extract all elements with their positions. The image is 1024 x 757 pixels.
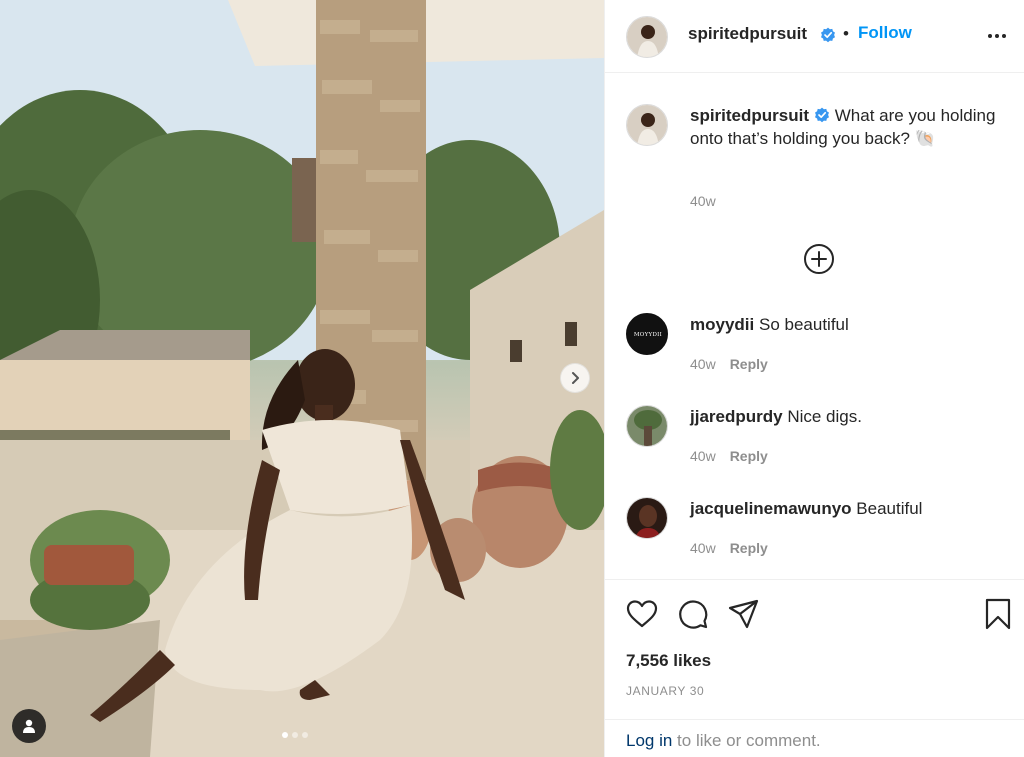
bookmark-icon[interactable] <box>981 597 1015 631</box>
comments-section: spiritedpursuit What are you holding ont… <box>605 73 1024 579</box>
carousel-indicator <box>282 732 308 738</box>
likes-count[interactable]: 7,556 likes <box>626 651 711 671</box>
comment-text-container: moyydii So beautiful <box>690 313 1010 336</box>
avatar-logo-text: MOYYDII <box>633 332 663 338</box>
comment-meta: 40w Reply <box>690 356 768 372</box>
avatar-photo <box>627 17 667 57</box>
login-prompt-rest: to like or comment. <box>672 731 821 750</box>
comment-meta: 40w Reply <box>690 540 768 556</box>
author-avatar[interactable] <box>626 16 668 58</box>
carousel-next-button[interactable] <box>560 363 590 393</box>
photo-scene <box>0 0 604 757</box>
carousel-dot <box>282 732 288 738</box>
user-tag-icon <box>23 719 35 733</box>
author-username[interactable]: spiritedpursuit <box>688 24 807 44</box>
verified-badge-icon <box>815 107 830 123</box>
user-tags-button[interactable] <box>12 709 46 743</box>
commenter-username[interactable]: jjaredpurdy <box>690 407 783 426</box>
comment-meta: 40w Reply <box>690 448 768 464</box>
comment-text: Beautiful <box>856 499 923 518</box>
post-side-panel: spiritedpursuit • Follow spiritedpursuit… <box>604 0 1024 757</box>
avatar-photo <box>627 105 667 145</box>
comment-age[interactable]: 40w <box>690 448 716 464</box>
commenter-avatar[interactable] <box>626 405 668 447</box>
reply-button[interactable]: Reply <box>730 540 768 556</box>
carousel-dot <box>302 732 308 738</box>
login-link[interactable]: Log in <box>626 731 672 750</box>
caption-meta: 40w <box>690 193 716 209</box>
header-separator: • <box>843 24 849 43</box>
commenter-username[interactable]: jacquelinemawunyo <box>690 499 852 518</box>
comment-age[interactable]: 40w <box>690 540 716 556</box>
post-header: spiritedpursuit • Follow <box>605 0 1024 73</box>
follow-button[interactable]: Follow <box>858 23 912 43</box>
post-actions: 7,556 likes JANUARY 30 <box>605 579 1024 719</box>
comment-text-container: jjaredpurdy Nice digs. <box>690 405 1010 428</box>
login-prompt-text: Log in to like or comment. <box>626 731 821 751</box>
comment-bubble-icon[interactable] <box>676 597 710 631</box>
comment-age[interactable]: 40w <box>690 356 716 372</box>
commenter-avatar[interactable]: MOYYDII <box>626 313 668 355</box>
reply-button[interactable]: Reply <box>730 356 768 372</box>
comment-text: Nice digs. <box>787 407 862 426</box>
post-photo[interactable] <box>0 0 604 757</box>
chevron-right-icon <box>572 372 579 384</box>
commenter-username[interactable]: moyydii <box>690 315 754 334</box>
caption-author-avatar[interactable] <box>626 104 668 146</box>
caption-text-container: spiritedpursuit What are you holding ont… <box>690 104 1010 150</box>
login-prompt: Log in to like or comment. <box>605 719 1024 757</box>
plus-circle-icon[interactable] <box>803 243 835 275</box>
caption-age[interactable]: 40w <box>690 193 716 209</box>
comment-text: So beautiful <box>758 315 849 334</box>
heart-icon[interactable] <box>625 597 659 631</box>
commenter-avatar[interactable] <box>626 497 668 539</box>
avatar-photo <box>627 406 667 446</box>
comment-text-container: jacquelinemawunyo Beautiful <box>690 497 1010 520</box>
reply-button[interactable]: Reply <box>730 448 768 464</box>
more-options-icon[interactable] <box>985 24 1009 48</box>
carousel-dot <box>292 732 298 738</box>
post-date[interactable]: JANUARY 30 <box>626 684 704 698</box>
paper-plane-icon[interactable] <box>727 597 761 631</box>
caption-username[interactable]: spiritedpursuit <box>690 106 809 125</box>
verified-badge-icon <box>821 27 835 43</box>
avatar-photo <box>627 498 667 538</box>
